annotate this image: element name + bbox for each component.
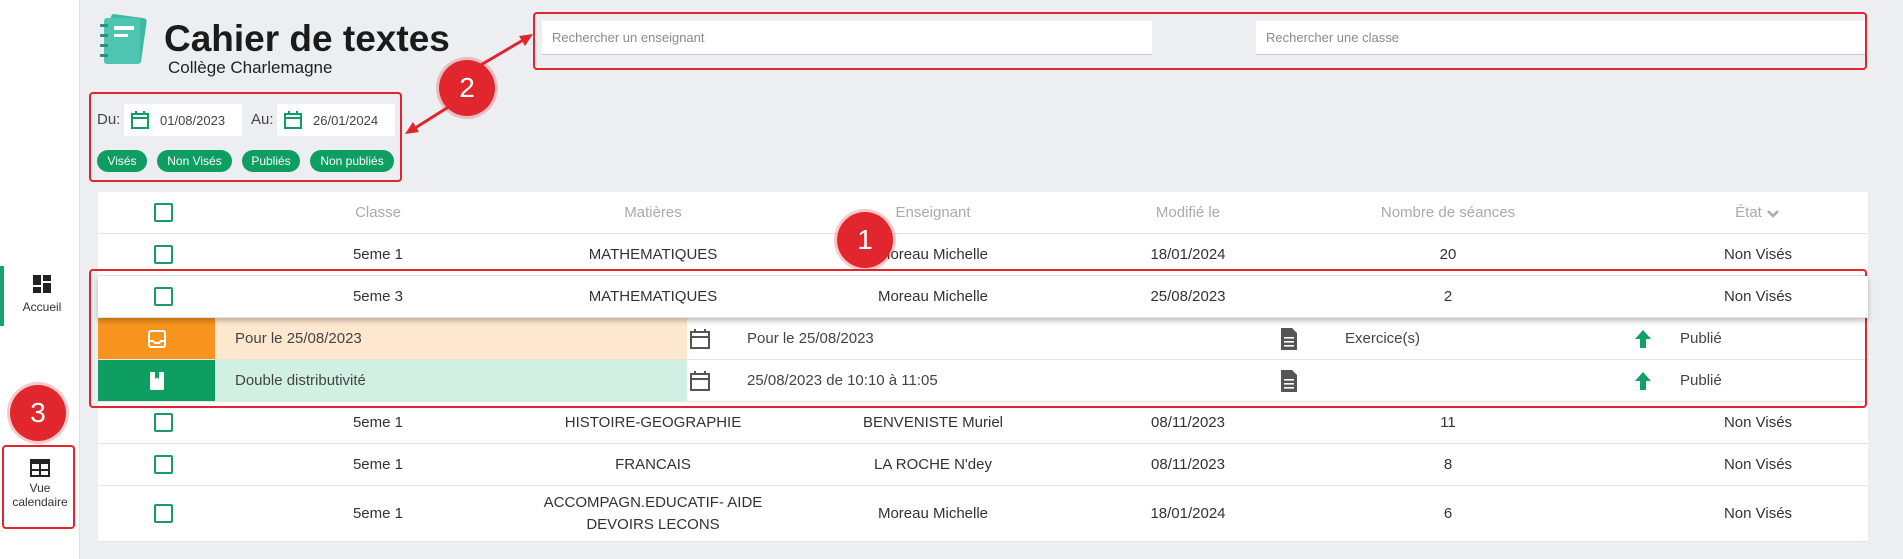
- column-header-seances[interactable]: Nombre de séances: [1338, 192, 1558, 233]
- cell-etat: Non Visés: [1723, 505, 1793, 522]
- cell-modifie: 18/01/2024: [1150, 505, 1226, 522]
- row-checkbox[interactable]: [153, 504, 173, 523]
- cell-matiere-line-1: ACCOMPAGN.EDUCATIF- AIDE: [543, 493, 763, 511]
- cell-modifie: 08/11/2023: [1151, 456, 1225, 473]
- cell-classe: 5eme 1: [352, 456, 404, 473]
- cell-matiere-line-2: DEVOIRS LECONS: [586, 515, 720, 533]
- cell-classe: 5eme 1: [352, 505, 404, 522]
- notebook-logo-icon: [100, 14, 147, 64]
- row-checkbox[interactable]: [153, 245, 173, 264]
- cell-matiere: MATHEMATIQUES: [588, 288, 718, 305]
- cell-matiere: HISTOIRE-GEOGRAPHIE: [564, 414, 742, 431]
- annotation-box-calendar-view: [2, 445, 75, 529]
- cell-seances: 6: [1443, 505, 1453, 522]
- cell-classe: 5eme 3: [352, 288, 404, 305]
- annotation-box-search: [533, 12, 1867, 70]
- cell-etat: Non Visés: [1723, 414, 1793, 431]
- cell-modifie: 08/11/2023: [1151, 414, 1225, 431]
- table-row[interactable]: 5eme 1 FRANCAIS LA ROCHE N'dey 08/11/202…: [98, 444, 1868, 486]
- cell-seances: 8: [1443, 456, 1453, 473]
- row-checkbox[interactable]: [153, 287, 173, 306]
- cell-etat: Non Visés: [1723, 288, 1793, 305]
- column-header-etat[interactable]: État: [1668, 192, 1848, 233]
- column-header-matieres[interactable]: Matières: [528, 192, 778, 233]
- cell-enseignant: BENVENISTE Muriel: [862, 414, 1004, 431]
- cell-matiere: FRANCAIS: [615, 456, 691, 473]
- cell-enseignant: LA ROCHE N'dey: [874, 456, 992, 473]
- cell-modifie: 25/08/2023: [1150, 288, 1226, 305]
- chevron-down-icon: [1766, 209, 1779, 218]
- cell-enseignant: Moreau Michelle: [877, 288, 989, 305]
- dashboard-icon: [33, 275, 51, 293]
- cell-classe: 5eme 1: [352, 414, 404, 431]
- annotation-box-filters: [89, 92, 402, 182]
- annotation-marker-3: 3: [10, 385, 66, 441]
- cell-matiere: ACCOMPAGN.EDUCATIF- AIDE DEVOIRS LECONS: [528, 486, 778, 541]
- annotation-marker-2: 2: [439, 60, 495, 116]
- page-title: Cahier de textes: [164, 18, 450, 59]
- cell-enseignant: Moreau Michelle: [877, 505, 989, 522]
- select-all-checkbox[interactable]: [153, 203, 173, 222]
- row-checkbox[interactable]: [153, 455, 173, 474]
- row-checkbox[interactable]: [153, 413, 173, 432]
- table-row[interactable]: 5eme 1 ACCOMPAGN.EDUCATIF- AIDE DEVOIRS …: [98, 486, 1868, 542]
- annotation-marker-1: 1: [837, 212, 893, 268]
- cell-seances: 11: [1440, 414, 1456, 431]
- table-row[interactable]: 5eme 1 HISTOIRE-GEOGRAPHIE BENVENISTE Mu…: [98, 402, 1868, 444]
- sidebar-item-home[interactable]: Accueil: [0, 266, 80, 326]
- cell-seances: 2: [1443, 288, 1453, 305]
- column-header-etat-label: État: [1735, 204, 1762, 221]
- sidebar-item-home-label: Accueil: [22, 300, 62, 314]
- cell-etat: Non Visés: [1723, 456, 1793, 473]
- school-name: Collège Charlemagne: [168, 58, 333, 77]
- column-header-modifie[interactable]: Modifié le: [1098, 192, 1278, 233]
- column-header-classe[interactable]: Classe: [278, 192, 478, 233]
- table-header: Classe Matières Enseignant Modifié le No…: [98, 192, 1868, 234]
- table-row-expanded[interactable]: 5eme 3 MATHEMATIQUES Moreau Michelle 25/…: [98, 276, 1868, 318]
